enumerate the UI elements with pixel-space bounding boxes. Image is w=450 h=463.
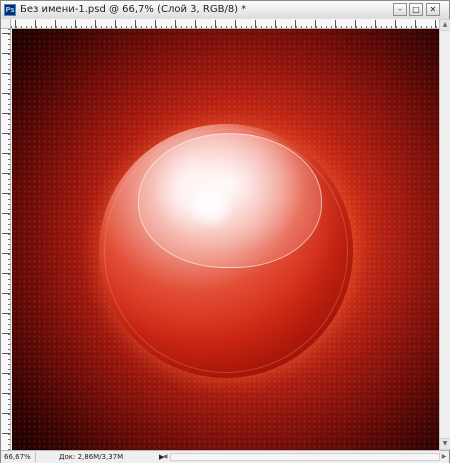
ruler-major-tick <box>2 173 10 174</box>
ruler-major-tick <box>2 353 10 354</box>
document-window: Ps Без имени-1.psd @ 66,7% (Слой 3, RGB/… <box>0 0 450 463</box>
ruler-major-tick <box>2 133 10 134</box>
ruler-major-tick <box>2 413 10 414</box>
ruler-major-tick <box>2 73 10 74</box>
ruler-major-tick <box>2 113 10 114</box>
ruler-major-tick <box>55 20 56 28</box>
ruler-major-tick <box>435 20 436 28</box>
ruler-major-tick <box>2 153 10 154</box>
document-info: Док: 2,86M/3,37M <box>59 453 124 461</box>
canvas[interactable] <box>12 29 439 450</box>
status-bar: 66,67% Док: 2,86M/3,37M ▶ ◀ ▶ <box>1 450 449 463</box>
document-title: Без имени-1.psd @ 66,7% (Слой 3, RGB/8) … <box>20 4 247 15</box>
ruler-major-tick <box>35 20 36 28</box>
ruler-major-tick <box>375 20 376 28</box>
ruler-major-tick <box>95 20 96 28</box>
ruler-major-tick <box>135 20 136 28</box>
ruler-major-tick <box>195 20 196 28</box>
ruler-major-tick <box>2 433 10 434</box>
ruler-major-tick <box>295 20 296 28</box>
ruler-major-tick <box>415 20 416 28</box>
sphere-highlight <box>138 133 322 268</box>
ruler-major-tick <box>2 373 10 374</box>
ruler-major-tick <box>2 273 10 274</box>
ruler-major-tick <box>2 233 10 234</box>
ruler-major-tick <box>75 20 76 28</box>
background-glow <box>82 99 382 399</box>
ruler-major-tick <box>315 20 316 28</box>
minimize-button[interactable]: – <box>393 3 407 16</box>
photoshop-icon: Ps <box>4 4 16 16</box>
maximize-button[interactable]: □ <box>409 3 423 16</box>
ruler-major-tick <box>2 393 10 394</box>
ruler-major-tick <box>255 20 256 28</box>
red-sphere <box>99 124 353 378</box>
ruler-major-tick <box>275 20 276 28</box>
ruler-major-tick <box>175 20 176 28</box>
vertical-scrollbar[interactable]: ▲ ▼ <box>439 19 450 450</box>
close-icon: ✕ <box>429 5 437 14</box>
scroll-left-icon[interactable]: ◀ <box>161 452 169 462</box>
horizontal-ruler[interactable] <box>11 19 439 29</box>
scroll-down-icon[interactable]: ▼ <box>440 438 450 450</box>
ruler-major-tick <box>355 20 356 28</box>
zoom-field[interactable]: 66,67% <box>4 452 36 462</box>
maximize-icon: □ <box>412 5 420 14</box>
ruler-major-tick <box>2 313 10 314</box>
ruler-major-tick <box>2 213 10 214</box>
scroll-right-icon[interactable]: ▶ <box>440 452 448 462</box>
minimize-icon: – <box>398 5 402 14</box>
ruler-major-tick <box>335 20 336 28</box>
ruler-major-tick <box>115 20 116 28</box>
close-button[interactable]: ✕ <box>426 3 440 16</box>
ruler-major-tick <box>15 20 16 28</box>
vertical-ruler[interactable] <box>1 29 11 450</box>
ruler-major-tick <box>2 293 10 294</box>
ruler-major-tick <box>2 53 10 54</box>
sphere-rim <box>104 129 348 373</box>
ruler-major-tick <box>2 193 10 194</box>
ruler-major-tick <box>395 20 396 28</box>
ruler-major-tick <box>215 20 216 28</box>
sphere-shine <box>187 181 235 229</box>
ruler-major-tick <box>2 33 10 34</box>
scroll-up-icon[interactable]: ▲ <box>440 19 450 31</box>
title-bar[interactable]: Ps Без имени-1.psd @ 66,7% (Слой 3, RGB/… <box>1 1 449 20</box>
ruler-major-tick <box>235 20 236 28</box>
ruler-major-tick <box>2 333 10 334</box>
ruler-origin[interactable] <box>1 19 11 29</box>
ruler-major-tick <box>2 93 10 94</box>
horizontal-scrollbar[interactable] <box>170 453 440 461</box>
ruler-major-tick <box>2 253 10 254</box>
ruler-major-tick <box>155 20 156 28</box>
